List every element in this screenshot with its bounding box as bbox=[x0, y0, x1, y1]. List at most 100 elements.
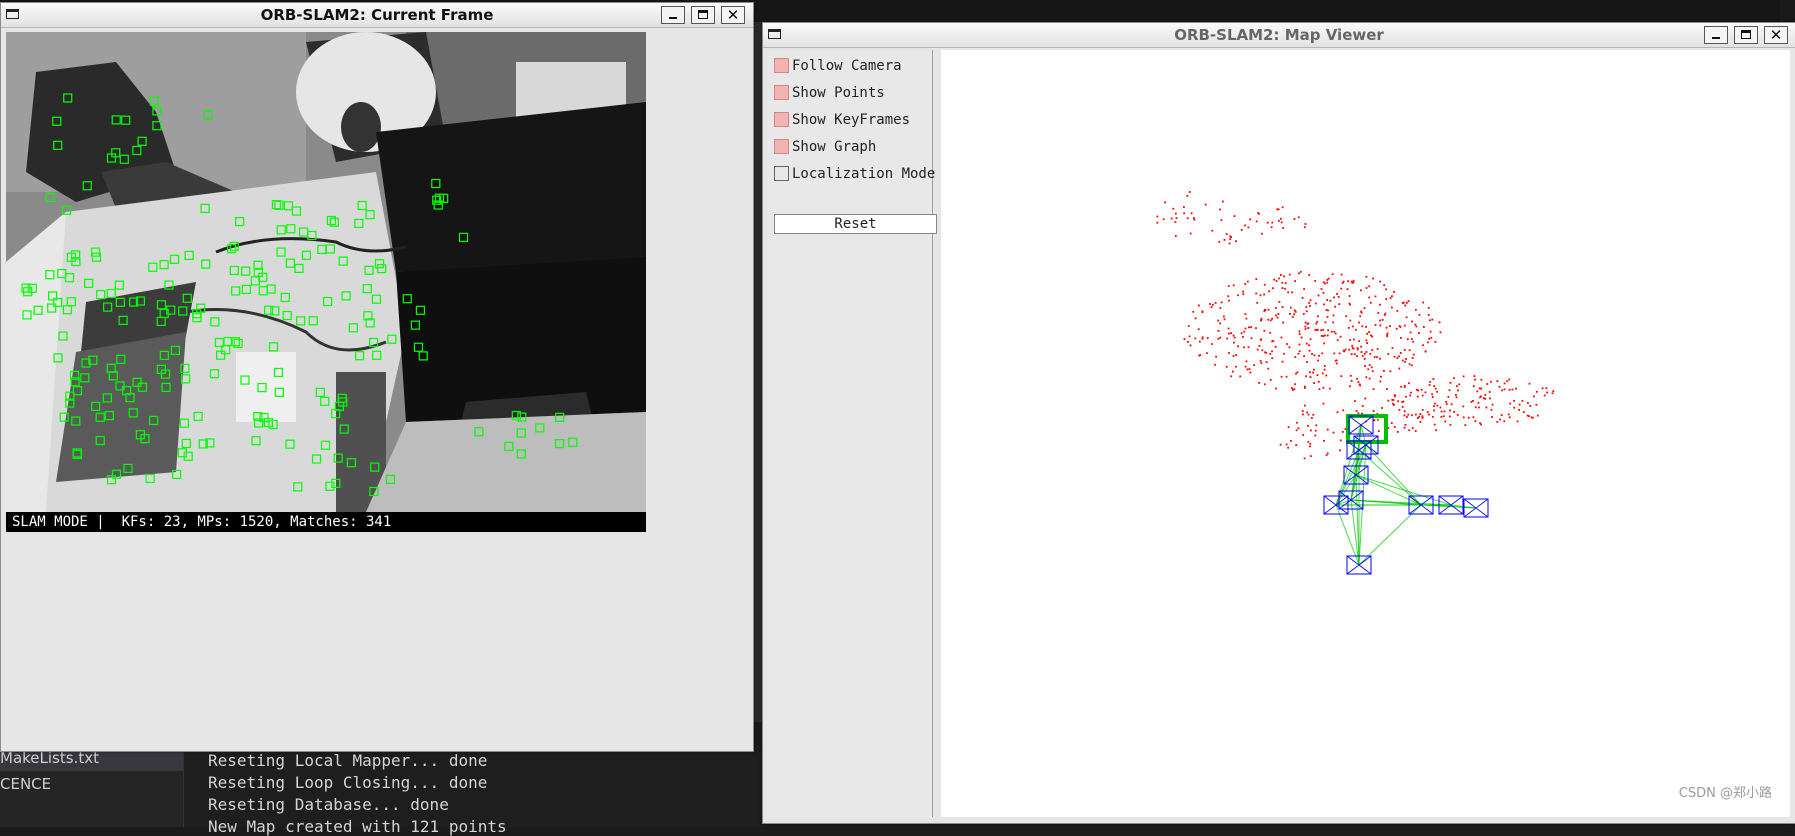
follow-camera-checkbox[interactable] bbox=[774, 58, 789, 73]
terminal-output[interactable]: Reseting Local Mapper... done Reseting L… bbox=[184, 745, 764, 836]
map-point bbox=[1383, 284, 1386, 287]
map-point bbox=[1336, 339, 1339, 342]
map-point bbox=[1305, 342, 1308, 345]
map-point bbox=[1401, 406, 1404, 408]
map-point bbox=[1423, 326, 1425, 328]
map-point bbox=[1515, 387, 1517, 390]
maximize-button[interactable] bbox=[691, 6, 715, 24]
map-point bbox=[1421, 415, 1424, 418]
map-point bbox=[1322, 281, 1325, 284]
map-point bbox=[1309, 442, 1312, 445]
map-point bbox=[1323, 368, 1326, 371]
map-point bbox=[1308, 349, 1311, 352]
title-bar[interactable]: ORB-SLAM2: Map Viewer ✕ bbox=[763, 23, 1795, 48]
map-point bbox=[1379, 380, 1382, 383]
map-point bbox=[1365, 326, 1367, 328]
map-point bbox=[1419, 421, 1422, 423]
map-point bbox=[1307, 413, 1310, 416]
maximize-button[interactable] bbox=[1734, 26, 1758, 44]
title-bar[interactable]: ORB-SLAM2: Current Frame ✕ bbox=[1, 3, 753, 28]
map-point bbox=[1403, 349, 1406, 351]
map-point bbox=[1211, 343, 1213, 345]
minimize-button[interactable] bbox=[661, 6, 685, 24]
map-point bbox=[1314, 280, 1317, 282]
map-point bbox=[1500, 414, 1503, 416]
map-point bbox=[1490, 408, 1493, 411]
minimize-button[interactable] bbox=[1704, 26, 1728, 44]
ide-file-item[interactable]: CENCE bbox=[0, 771, 183, 797]
show-points-checkbox[interactable] bbox=[774, 85, 789, 100]
map-point bbox=[1308, 344, 1310, 347]
map-point bbox=[1233, 215, 1236, 217]
map-point bbox=[1368, 364, 1371, 366]
map-point bbox=[1260, 319, 1262, 321]
map-point bbox=[1376, 348, 1379, 350]
map-point bbox=[1258, 382, 1260, 384]
map-point bbox=[1206, 337, 1209, 339]
map-point bbox=[1474, 420, 1477, 422]
map-point bbox=[1266, 221, 1269, 224]
map-point bbox=[1232, 334, 1235, 337]
map-point bbox=[1232, 355, 1235, 357]
map-point bbox=[1371, 349, 1374, 351]
map-3d-view[interactable]: CSDN @郑小路 bbox=[941, 50, 1790, 817]
map-point bbox=[1330, 330, 1333, 333]
map-point bbox=[1374, 295, 1377, 298]
map-point bbox=[1484, 393, 1487, 396]
map-point bbox=[1291, 387, 1293, 389]
map-point bbox=[1291, 316, 1294, 318]
map-point bbox=[1276, 316, 1279, 319]
close-button[interactable]: ✕ bbox=[721, 6, 745, 24]
map-point bbox=[1521, 400, 1524, 402]
map-point bbox=[1407, 300, 1410, 302]
show-keyframes-checkbox[interactable] bbox=[774, 112, 789, 127]
reset-button[interactable]: Reset bbox=[774, 214, 937, 234]
map-point bbox=[1174, 212, 1177, 215]
map-point bbox=[1365, 376, 1368, 379]
map-point bbox=[1194, 337, 1197, 340]
map-point bbox=[1406, 338, 1409, 341]
map-point bbox=[1298, 350, 1301, 353]
map-point bbox=[1289, 313, 1291, 315]
map-point bbox=[1242, 336, 1244, 338]
map-point bbox=[1326, 299, 1329, 301]
map-point bbox=[1372, 410, 1375, 412]
map-point bbox=[1429, 319, 1431, 322]
map-point bbox=[1255, 278, 1258, 280]
map-point bbox=[1499, 418, 1501, 421]
map-point bbox=[1301, 410, 1304, 412]
map-point bbox=[1374, 324, 1377, 326]
map-point bbox=[1349, 303, 1352, 306]
map-viewer-window[interactable]: ORB-SLAM2: Map Viewer ✕ Follow Camera Sh… bbox=[762, 22, 1795, 824]
map-point bbox=[1427, 306, 1430, 309]
map-point bbox=[1187, 325, 1190, 327]
follow-camera-label: Follow Camera bbox=[792, 58, 902, 74]
map-point bbox=[1409, 331, 1412, 334]
map-point bbox=[1271, 350, 1273, 353]
map-point bbox=[1162, 218, 1165, 221]
close-button[interactable]: ✕ bbox=[1764, 26, 1788, 44]
map-point bbox=[1390, 422, 1393, 424]
camera-frame-svg bbox=[6, 32, 646, 512]
map-point bbox=[1269, 319, 1272, 322]
map-point bbox=[1308, 302, 1311, 304]
localization-mode-checkbox[interactable] bbox=[774, 166, 789, 181]
map-point bbox=[1421, 409, 1424, 411]
map-point bbox=[1472, 385, 1475, 388]
map-point bbox=[1212, 303, 1214, 306]
show-graph-checkbox[interactable] bbox=[774, 139, 789, 154]
map-point bbox=[1338, 303, 1341, 305]
map-point bbox=[1306, 411, 1308, 414]
map-point bbox=[1332, 321, 1335, 324]
map-point bbox=[1335, 359, 1338, 362]
map-point bbox=[1287, 446, 1289, 449]
map-point bbox=[1314, 434, 1317, 437]
map-point bbox=[1223, 315, 1225, 318]
current-frame-window[interactable]: ORB-SLAM2: Current Frame ✕ SLAM MODE | K… bbox=[0, 2, 754, 752]
map-point bbox=[1400, 337, 1402, 339]
map-point bbox=[1336, 411, 1339, 414]
map-point bbox=[1214, 363, 1216, 366]
map-point bbox=[1219, 208, 1221, 211]
map-point bbox=[1401, 302, 1404, 305]
map-point bbox=[1246, 368, 1249, 371]
